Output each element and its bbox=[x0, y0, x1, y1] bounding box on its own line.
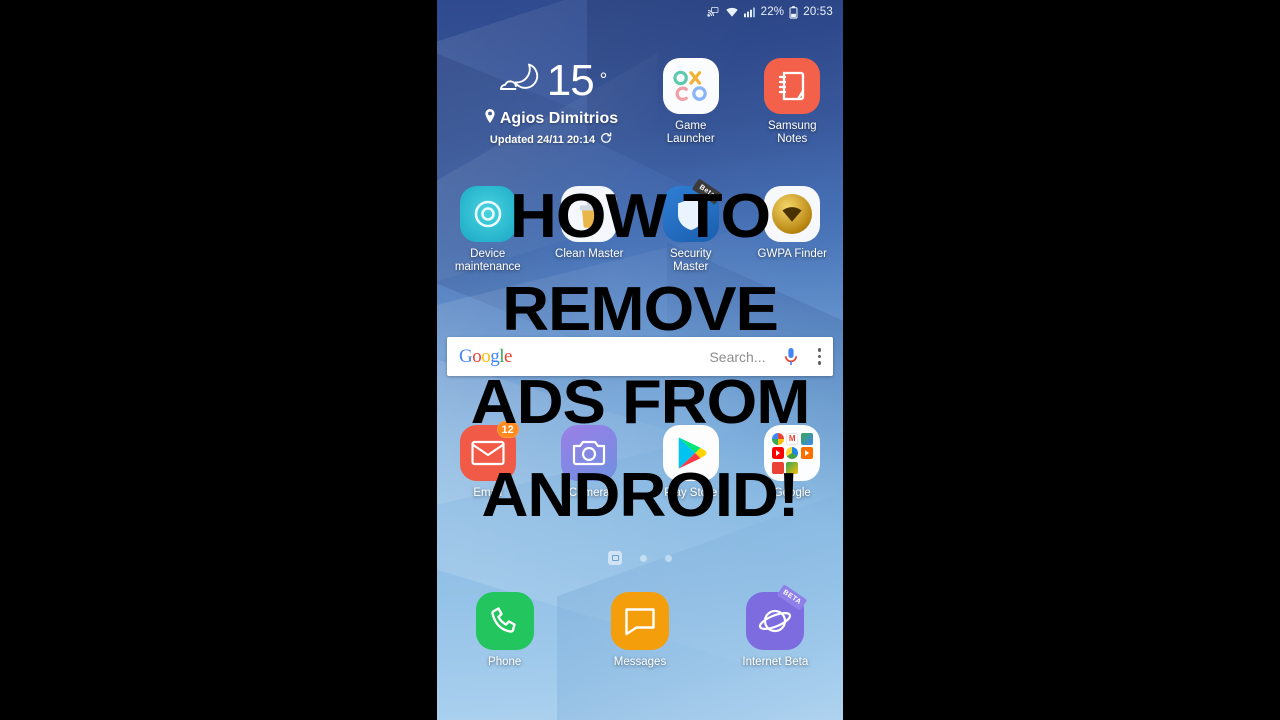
phone-screen: 22% 20:53 15 ° Agios Dimitrios Updated 2… bbox=[437, 0, 843, 720]
messages-icon bbox=[610, 592, 669, 650]
video-frame: 22% 20:53 15 ° Agios Dimitrios Updated 2… bbox=[0, 0, 1280, 720]
app-game-launcher[interactable]: Game Launcher bbox=[640, 58, 742, 146]
app-security-master[interactable]: Beta Security Master bbox=[640, 178, 742, 274]
app-gwpa-finder[interactable]: GWPA Finder bbox=[742, 186, 844, 274]
signal-icon bbox=[743, 6, 756, 18]
status-bar[interactable]: 22% 20:53 bbox=[437, 0, 843, 24]
google-logo: Google bbox=[459, 345, 512, 367]
dock-label: Messages bbox=[613, 656, 667, 668]
folder-google[interactable]: M Google bbox=[742, 425, 844, 500]
status-bar-clock: 20:53 bbox=[803, 6, 833, 18]
app-row-1: Game Launcher Samsung Notes bbox=[437, 58, 843, 146]
dock-item-internet-beta[interactable]: BETA Internet Beta bbox=[708, 584, 843, 669]
dock-label: Internet Beta bbox=[742, 656, 809, 668]
play-store-icon bbox=[662, 425, 719, 481]
battery-percent-label: 22% bbox=[760, 6, 785, 18]
game-launcher-icon bbox=[662, 58, 719, 114]
app-label: Game Launcher bbox=[666, 120, 715, 145]
app-label: GWPA Finder bbox=[757, 248, 827, 260]
cast-icon bbox=[706, 6, 720, 18]
google-search-bar[interactable]: Google Search... bbox=[447, 337, 833, 376]
app-row-2: Device maintenance Clean Master Beta Sec… bbox=[437, 178, 844, 274]
dock-item-phone[interactable]: Phone bbox=[437, 592, 572, 669]
dock-item-messages[interactable]: Messages bbox=[572, 592, 707, 669]
empty-slot bbox=[437, 58, 539, 146]
dock: Phone Messages BETA Internet Beta bbox=[437, 584, 843, 669]
email-badge-count: 12 bbox=[496, 421, 519, 438]
device-maintenance-icon bbox=[459, 186, 516, 242]
app-label: Email bbox=[473, 487, 503, 499]
google-folder-icon: M bbox=[764, 425, 821, 481]
dock-label: Phone bbox=[488, 656, 522, 668]
search-input[interactable]: Search... bbox=[709, 349, 765, 365]
app-clean-master[interactable]: Clean Master bbox=[539, 186, 641, 274]
camera-icon bbox=[561, 425, 618, 481]
page-dot[interactable] bbox=[640, 554, 647, 562]
microphone-icon[interactable] bbox=[784, 347, 798, 367]
home-page-icon[interactable] bbox=[608, 551, 622, 565]
empty-slot bbox=[539, 58, 641, 146]
phone-icon bbox=[475, 592, 534, 650]
app-label: Samsung Notes bbox=[767, 120, 817, 145]
page-dot[interactable] bbox=[665, 554, 672, 562]
battery-icon bbox=[789, 5, 798, 19]
app-samsung-notes[interactable]: Samsung Notes bbox=[742, 58, 844, 146]
page-indicator[interactable] bbox=[437, 551, 843, 565]
more-vert-icon[interactable] bbox=[817, 348, 821, 365]
app-camera[interactable]: Camera bbox=[539, 425, 641, 500]
app-email[interactable]: 12 Email bbox=[437, 421, 539, 500]
app-label: Camera bbox=[568, 487, 610, 499]
app-row-3: 12 Email Camera Play Store M Google bbox=[437, 421, 844, 500]
samsung-notes-icon bbox=[764, 58, 821, 114]
clean-master-icon bbox=[561, 186, 618, 242]
app-device-maintenance[interactable]: Device maintenance bbox=[437, 186, 539, 274]
folder-label: Google bbox=[773, 487, 811, 499]
app-label: Security Master bbox=[669, 248, 712, 273]
app-label: Clean Master bbox=[555, 248, 624, 260]
app-label: Device maintenance bbox=[454, 248, 521, 273]
wifi-icon bbox=[725, 6, 739, 18]
app-play-store[interactable]: Play Store bbox=[640, 425, 742, 500]
gwpa-finder-icon bbox=[764, 186, 821, 242]
app-label: Play Store bbox=[664, 487, 718, 499]
